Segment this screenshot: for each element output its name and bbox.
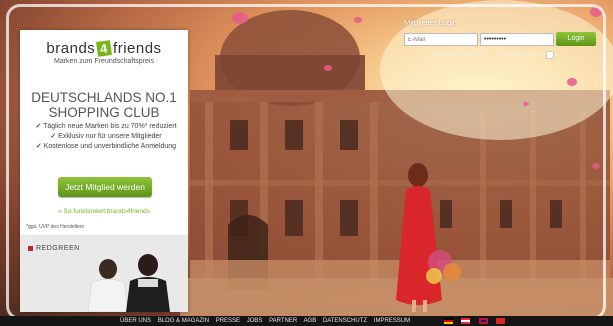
headline-line-2: SHOPPING CLUB — [48, 105, 160, 120]
feature-item: ✓ Exklusiv nur für unsere Mitglieder — [50, 133, 162, 140]
page: brands 4 friends Marken zum Freundschaftsp… — [0, 0, 613, 326]
headline-line-1: DEUTSCHLANDS NO.1 — [31, 90, 177, 105]
how-it-works-link[interactable]: » So funktioniert brands4friends — [20, 208, 188, 215]
brand-tagline: Marken zum Freundschaftspreis — [54, 58, 154, 65]
brand-logo[interactable]: brands 4 friends Marken zum Freundschaftsp… — [20, 40, 188, 65]
feature-list: ✓ Täglich neue Marken bis zu 70%* reduzi… — [26, 122, 186, 152]
footer-link-partner[interactable]: PARTNER — [269, 318, 297, 324]
check-icon: ✓ — [50, 133, 57, 140]
email-input[interactable] — [404, 33, 478, 46]
headline: DEUTSCHLANDS NO.1 SHOPPING CLUB — [20, 90, 188, 120]
footer-link-press[interactable]: PRESSE — [216, 318, 240, 324]
footer-link-about[interactable]: ÜBER UNS — [120, 318, 151, 324]
footer-link-agb[interactable]: AGB — [304, 318, 317, 324]
footer-links: ÜBER UNS BLOG & MAGAZIN PRESSE JOBS PART… — [120, 316, 415, 326]
logo-text-brands: brands — [46, 40, 96, 57]
login-button[interactable]: Login — [556, 32, 596, 46]
password-input[interactable] — [480, 33, 554, 46]
price-footnote: *ggü. UVP des Herstellers — [26, 224, 84, 230]
feature-item: ✓ Kostenlose und unverbindliche Anmeldun… — [35, 143, 177, 150]
join-button[interactable]: Jetzt Mitglied werden — [58, 177, 152, 197]
flag-switzerland-icon[interactable] — [496, 318, 506, 324]
login-title: Mitglieder Login — [404, 18, 457, 27]
signup-panel: brands 4 friends Marken zum Freundschaftsp… — [20, 30, 188, 312]
check-icon: ✓ — [35, 123, 42, 130]
remember-password-label: Passwort merken — [500, 51, 543, 57]
remember-password-checkbox[interactable] — [546, 51, 554, 59]
footer-link-blog[interactable]: BLOG & MAGAZIN — [158, 318, 209, 324]
ad-models-image — [87, 254, 170, 312]
footer-link-imprint[interactable]: IMPRESSUM — [374, 318, 410, 324]
footer-link-jobs[interactable]: JOBS — [247, 318, 263, 324]
check-icon: ✓ — [35, 143, 42, 150]
country-flags — [444, 318, 509, 324]
footer-bar: ÜBER UNS BLOG & MAGAZIN PRESSE JOBS PART… — [0, 316, 613, 326]
flag-austria-icon[interactable] — [461, 318, 471, 324]
logo-text-friends: friends — [113, 40, 162, 57]
footer-link-privacy[interactable]: DATENSCHUTZ — [323, 318, 367, 324]
brand-ad-banner[interactable]: REDGREEN — [20, 235, 188, 312]
flag-germany-icon[interactable] — [444, 318, 453, 324]
feature-item: ✓ Täglich neue Marken bis zu 70%* reduzi… — [35, 123, 177, 130]
forgot-password-link[interactable]: Passwort vergessen? — [432, 51, 485, 57]
flag-uk-icon[interactable] — [478, 318, 488, 324]
logo-number: 4 — [96, 40, 113, 57]
